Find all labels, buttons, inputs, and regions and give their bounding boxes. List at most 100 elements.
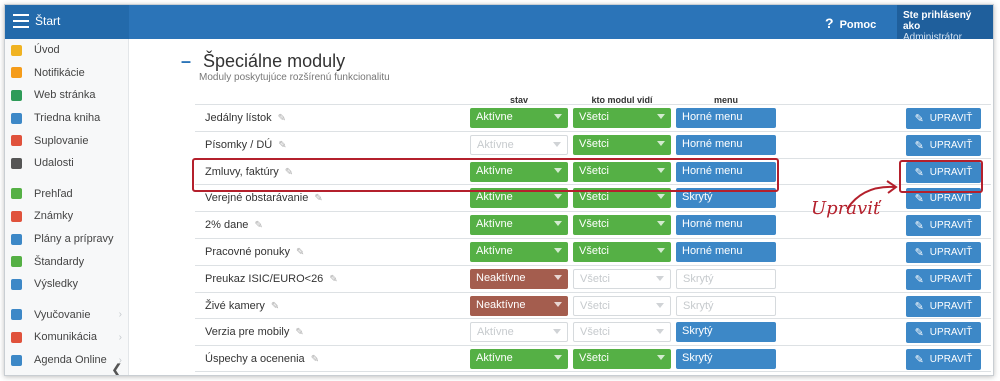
edit-button[interactable]: ✎ UPRAVIŤ xyxy=(906,349,981,371)
module-name-text: Písomky / DÚ xyxy=(205,138,273,151)
pencil-icon[interactable]: ✎ xyxy=(278,140,286,151)
edit-button-label: UPRAVIŤ xyxy=(929,273,973,285)
caret-down-icon xyxy=(554,221,562,227)
pencil-icon[interactable]: ✎ xyxy=(311,354,319,365)
status-select[interactable]: Aktívne xyxy=(470,215,568,236)
menu-select[interactable]: Skrytý xyxy=(676,322,776,343)
sidebar-item-label: Notifikácie xyxy=(34,66,85,79)
pencil-icon[interactable]: ✎ xyxy=(254,220,262,231)
sidebar-item-label: Udalosti xyxy=(34,157,74,170)
table-row: Pracovné ponuky ✎ Aktívne Všetci Horné menu ✎… xyxy=(195,237,991,265)
menu-select-value: Horné menu xyxy=(682,244,743,257)
table-row: Preukaz ISIC/EURO<26 ✎ Neaktívne Všetci Skry… xyxy=(195,264,991,292)
status-select-value: Aktívne xyxy=(476,244,513,257)
status-select[interactable]: Aktívne xyxy=(470,349,568,370)
visibility-select[interactable]: Všetci xyxy=(573,268,671,289)
sidebar-item-label: Komunikácia xyxy=(34,331,97,344)
caret-down-icon xyxy=(656,275,664,281)
visibility-select-value: Všetci xyxy=(580,299,610,312)
caret-down-icon xyxy=(554,247,562,253)
edit-icon: ✎ xyxy=(914,193,924,206)
caret-down-icon xyxy=(554,194,562,200)
sidebar-item[interactable]: Štandardy xyxy=(5,250,128,273)
sidebar-item[interactable]: Prehľad xyxy=(5,183,128,206)
status-select-value: Aktívne xyxy=(477,138,514,151)
caret-down-icon xyxy=(657,194,665,200)
sidebar-item[interactable]: Komunikácia › xyxy=(5,326,128,349)
sidebar-item[interactable]: Úvod xyxy=(5,39,128,62)
menu-select[interactable]: Skrytý xyxy=(676,349,776,370)
pencil-icon[interactable]: ✎ xyxy=(278,113,286,124)
status-select[interactable]: Aktívne xyxy=(470,241,568,262)
help-button[interactable]: ? Pomoc xyxy=(825,15,876,31)
menu-select[interactable]: Horné menu xyxy=(676,134,776,155)
menu-select[interactable]: Horné menu xyxy=(676,108,776,128)
edit-icon: ✎ xyxy=(914,273,924,286)
visibility-select[interactable]: Všetci xyxy=(573,322,671,343)
visibility-select-value: Všetci xyxy=(579,244,609,257)
menu-select[interactable]: Horné menu xyxy=(676,215,776,236)
sidebar-item[interactable]: Suplovanie xyxy=(5,129,128,152)
sidebar-item[interactable]: Výsledky xyxy=(5,273,128,296)
edit-button-label: UPRAVIŤ xyxy=(929,300,973,312)
visibility-select[interactable]: Všetci xyxy=(573,134,671,155)
edit-button[interactable]: ✎ UPRAVIŤ xyxy=(906,215,981,237)
collapse-sidebar-icon[interactable]: ❮ xyxy=(111,361,123,375)
edit-button[interactable]: ✎ UPRAVIŤ xyxy=(906,108,981,129)
star-icon xyxy=(11,44,22,56)
shield-icon xyxy=(11,256,22,268)
sidebar-item[interactable]: Agenda Online › xyxy=(5,349,128,372)
pencil-icon[interactable]: ✎ xyxy=(329,274,337,285)
edit-button[interactable]: ✎ UPRAVIŤ xyxy=(906,322,981,344)
edit-button[interactable]: ✎ UPRAVIŤ xyxy=(906,295,981,317)
status-select[interactable]: Aktívne xyxy=(470,134,568,155)
user-status: Ste prihlásený ako xyxy=(903,10,972,32)
edit-button[interactable]: ✎ UPRAVIŤ xyxy=(906,241,981,263)
sidebar-item[interactable]: Plány a prípravy xyxy=(5,228,128,251)
pencil-icon[interactable]: ✎ xyxy=(271,301,279,312)
sidebar-item[interactable]: Vyučovanie › xyxy=(5,304,128,327)
edit-icon: ✎ xyxy=(914,113,924,125)
menu-select[interactable]: Skrytý xyxy=(676,295,776,316)
visibility-select[interactable]: Všetci xyxy=(573,295,671,316)
sidebar-item[interactable]: Udalosti xyxy=(5,152,128,175)
menu-select[interactable]: Skrytý xyxy=(676,268,776,289)
collapse-section-icon[interactable]: – xyxy=(181,51,191,71)
app-window: Štart ? Pomoc Ste prihlásený ako Administ… xyxy=(4,4,994,376)
menu-select[interactable]: Horné menu xyxy=(676,241,776,262)
edit-button-label: UPRAVIŤ xyxy=(929,220,973,232)
sidebar-item[interactable]: Triedna kniha xyxy=(5,107,128,130)
visibility-select[interactable]: Všetci xyxy=(573,108,671,128)
module-name-text: Jedálny lístok xyxy=(205,112,272,124)
envelope-icon xyxy=(11,67,22,79)
sidebar: Úvod Notifikácie Web stránka Triedna kniha S… xyxy=(5,39,129,375)
user-menu[interactable]: Ste prihlásený ako Administrátor xyxy=(897,5,993,43)
pen-icon xyxy=(11,354,22,366)
pencil-icon[interactable]: ✎ xyxy=(295,327,303,338)
visibility-select[interactable]: Všetci xyxy=(573,215,671,236)
sidebar-item-label: Suplovanie xyxy=(34,134,89,147)
menu-select-value: Skrytý xyxy=(683,272,714,285)
visibility-select[interactable]: Všetci xyxy=(573,349,671,370)
grade-icon xyxy=(11,210,22,222)
edit-icon: ✎ xyxy=(914,327,924,340)
pencil-icon[interactable]: ✎ xyxy=(314,193,322,204)
sidebar-item[interactable]: Web stránka xyxy=(5,84,128,107)
pencil-icon[interactable]: ✎ xyxy=(296,247,304,258)
edit-button[interactable]: ✎ UPRAVIŤ xyxy=(906,268,981,290)
sidebar-item[interactable]: Notifikácie xyxy=(5,62,128,85)
sidebar-item[interactable]: Známky xyxy=(5,205,128,228)
status-select[interactable]: Aktívne xyxy=(470,322,568,343)
status-select[interactable]: Neaktívne xyxy=(470,295,568,316)
menu-select-value: Horné menu xyxy=(682,111,743,123)
edit-button[interactable]: ✎ UPRAVIŤ xyxy=(906,134,981,156)
status-select[interactable]: Neaktívne xyxy=(470,268,568,289)
module-name-text: Úspechy a ocenenia xyxy=(205,353,305,366)
visibility-select[interactable]: Všetci xyxy=(573,241,671,262)
highlight-row-annotation xyxy=(192,158,779,192)
table-row: Verzia pre mobily ✎ Aktívne Všetci Skrytý ✎ UP… xyxy=(195,318,991,345)
edit-button-label: UPRAVIŤ xyxy=(929,354,973,366)
menu-icon[interactable] xyxy=(13,14,29,28)
check-circle-icon xyxy=(11,188,22,200)
status-select[interactable]: Aktívne xyxy=(470,108,568,128)
